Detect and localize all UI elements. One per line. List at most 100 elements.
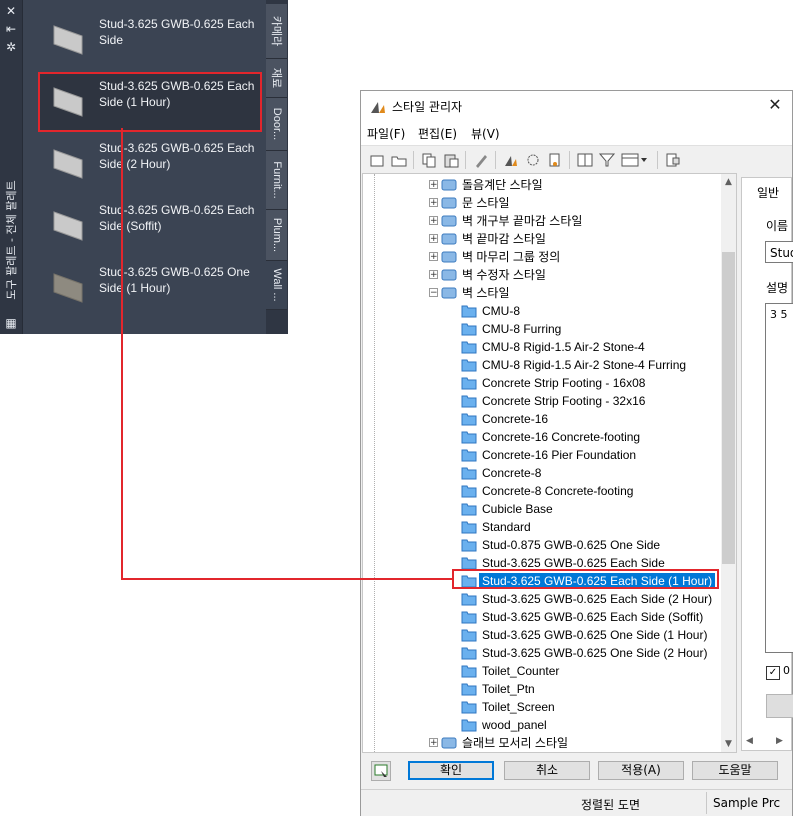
expand-icon[interactable]: + <box>429 180 438 190</box>
apply-button[interactable]: 적용(A) <box>598 761 684 780</box>
cancel-button[interactable]: 취소 <box>504 761 590 780</box>
tree-item[interactable]: Concrete-16 <box>363 410 723 428</box>
tree-category[interactable]: + 벽 끝마감 스타일 <box>363 230 723 248</box>
tree-category[interactable]: + 돌음계단 스타일 <box>363 176 723 194</box>
toggle-view-icon[interactable] <box>665 152 681 168</box>
tree-item[interactable]: Concrete-8 <box>363 464 723 482</box>
status-sorted-drawing: 정렬된 도면 <box>581 798 641 812</box>
help-button[interactable]: 도움말 <box>692 761 778 780</box>
open-drawing-icon[interactable] <box>391 152 407 168</box>
tree-item-label: Standard <box>482 520 531 534</box>
wall-style-folder-icon <box>461 681 478 696</box>
tree-item-label: CMU-8 Rigid-1.5 Air-2 Stone-4 <box>482 340 645 354</box>
expand-icon[interactable]: + <box>429 270 438 280</box>
tree-item[interactable]: CMU-8 Rigid-1.5 Air-2 Stone-4 <box>363 338 723 356</box>
tab-camera[interactable]: 카메라 <box>266 4 287 59</box>
tree-category[interactable]: − 벽 스타일 <box>363 284 723 302</box>
tree-item[interactable]: Concrete-16 Pier Foundation <box>363 446 723 464</box>
expand-icon[interactable]: + <box>429 198 438 208</box>
tab-wall[interactable]: Wall ... <box>266 261 287 310</box>
tool-label: Stud-3.625 GWB-0.625 Each Side (Soffit) <box>99 203 255 233</box>
tree-item[interactable]: Stud-3.625 GWB-0.625 One Side (1 Hour) <box>363 626 723 644</box>
paste-icon[interactable] <box>443 152 459 168</box>
new-style-icon[interactable] <box>503 152 519 168</box>
tree-item[interactable]: Concrete-16 Concrete-footing <box>363 428 723 446</box>
expand-icon[interactable]: + <box>429 234 438 244</box>
view-mode-icon[interactable] <box>621 152 649 168</box>
tool-item[interactable]: Stud-3.625 GWB-0.625 Each Side (2 Hour) <box>38 134 260 192</box>
tree-category[interactable]: + 문 스타일 <box>363 194 723 212</box>
tree-scrollbar[interactable]: ▲ ▼ <box>721 174 736 752</box>
wall-style-folder-icon <box>461 465 478 480</box>
scroll-left-icon[interactable]: ◀ <box>746 736 753 746</box>
style-tree[interactable]: + 돌음계단 스타일 + 문 스타일 + 벽 개구부 끝마감 스타일 + 벽 끝마감 스타일 +… <box>362 173 737 753</box>
wall-style-folder-icon <box>461 591 478 606</box>
tree-category[interactable]: + 벽 수정자 스타일 <box>363 266 723 284</box>
tree-item[interactable]: Standard <box>363 518 723 536</box>
tool-item[interactable]: Stud-3.625 GWB-0.625 One Side (1 Hour) <box>38 258 260 316</box>
close-button[interactable]: ✕ <box>766 96 784 114</box>
highlight-box-palette <box>38 72 262 132</box>
expand-icon[interactable]: + <box>429 738 438 748</box>
menu-view[interactable]: 뷰(V) <box>471 125 500 142</box>
description-field[interactable]: 3 5 <box>765 303 793 653</box>
category-icon <box>441 249 458 264</box>
tree-item[interactable]: CMU-8 Furring <box>363 320 723 338</box>
tree-category[interactable]: + 벽 개구부 끝마감 스타일 <box>363 212 723 230</box>
tree-item[interactable]: CMU-8 <box>363 302 723 320</box>
tree-item[interactable]: Stud-0.875 GWB-0.625 One Side <box>363 536 723 554</box>
panel-checkbox[interactable]: ✓ <box>766 666 780 680</box>
tree-item[interactable]: Concrete Strip Footing - 16x08 <box>363 374 723 392</box>
tab-furniture[interactable]: Furnit... <box>266 151 287 210</box>
tab-materials[interactable]: 재료 <box>266 59 287 98</box>
tree-item-label: CMU-8 Rigid-1.5 Air-2 Stone-4 Furring <box>482 358 687 372</box>
preview-icon[interactable] <box>371 761 391 781</box>
tree-item[interactable]: Toilet_Counter <box>363 662 723 680</box>
new-drawing-icon[interactable] <box>369 152 385 168</box>
close-icon[interactable]: ✕ <box>3 4 19 18</box>
tree-item[interactable]: Stud-3.625 GWB-0.625 Each Side (2 Hour) <box>363 590 723 608</box>
tab-door[interactable]: Door... <box>266 98 287 151</box>
purge-icon[interactable] <box>473 152 489 168</box>
scroll-up-icon[interactable]: ▲ <box>721 174 736 190</box>
tree-item-label: 돌음계단 스타일 <box>462 178 543 192</box>
menu-edit[interactable]: 편집(E) <box>418 125 457 142</box>
tree-item[interactable]: Toilet_Ptn <box>363 680 723 698</box>
copy-icon[interactable] <box>421 152 437 168</box>
auto-hide-icon[interactable]: ⇤ <box>3 22 19 36</box>
menu-file[interactable]: 파일(F) <box>367 125 405 142</box>
scroll-right-icon[interactable]: ▶ <box>776 736 783 746</box>
set-from-icon[interactable] <box>547 152 563 168</box>
properties-icon[interactable]: ✲ <box>3 40 19 54</box>
tree-item[interactable]: CMU-8 Rigid-1.5 Air-2 Stone-4 Furring <box>363 356 723 374</box>
tree-item[interactable]: Stud-3.625 GWB-0.625 Each Side (Soffit) <box>363 608 723 626</box>
tree-item[interactable]: wood_panel <box>363 716 723 734</box>
wall-style-folder-icon <box>461 321 478 336</box>
tool-item[interactable]: Stud-3.625 GWB-0.625 Each Side (Soffit) <box>38 196 260 254</box>
tree-item[interactable]: Concrete-8 Concrete-footing <box>363 482 723 500</box>
tree-category[interactable]: + 슬래브 모서리 스타일 <box>363 734 723 752</box>
tree-item[interactable]: Toilet_Screen <box>363 698 723 716</box>
filter-icon[interactable] <box>598 152 616 168</box>
tree-item[interactable]: Concrete Strip Footing - 32x16 <box>363 392 723 410</box>
panel-button[interactable] <box>766 694 793 718</box>
scroll-down-icon[interactable]: ▼ <box>721 736 736 752</box>
tree-scroll-thumb[interactable] <box>722 252 735 564</box>
tree-item[interactable]: Stud-3.625 GWB-0.625 One Side (2 Hour) <box>363 644 723 662</box>
compare-icon[interactable] <box>577 152 593 168</box>
edit-style-icon[interactable] <box>525 152 541 168</box>
tab-plumbing[interactable]: Plum... <box>266 210 287 261</box>
tree-item[interactable]: Cubicle Base <box>363 500 723 518</box>
palette-menu-icon[interactable]: ▦ <box>3 316 19 330</box>
wall-style-folder-icon <box>461 483 478 498</box>
tree-item-label: CMU-8 <box>482 304 520 318</box>
expand-icon[interactable]: + <box>429 252 438 262</box>
panel-hscrollbar[interactable]: ◀ ▶ <box>744 736 792 752</box>
ok-button[interactable]: 확인 <box>408 761 494 780</box>
tab-general[interactable]: 일반 <box>757 184 779 201</box>
tree-category[interactable]: + 벽 마무리 그룹 정의 <box>363 248 723 266</box>
expand-icon[interactable]: + <box>429 216 438 226</box>
collapse-icon[interactable]: − <box>429 288 438 298</box>
name-field[interactable]: Stud <box>765 241 793 263</box>
tool-item[interactable]: Stud-3.625 GWB-0.625 Each Side <box>38 10 260 68</box>
